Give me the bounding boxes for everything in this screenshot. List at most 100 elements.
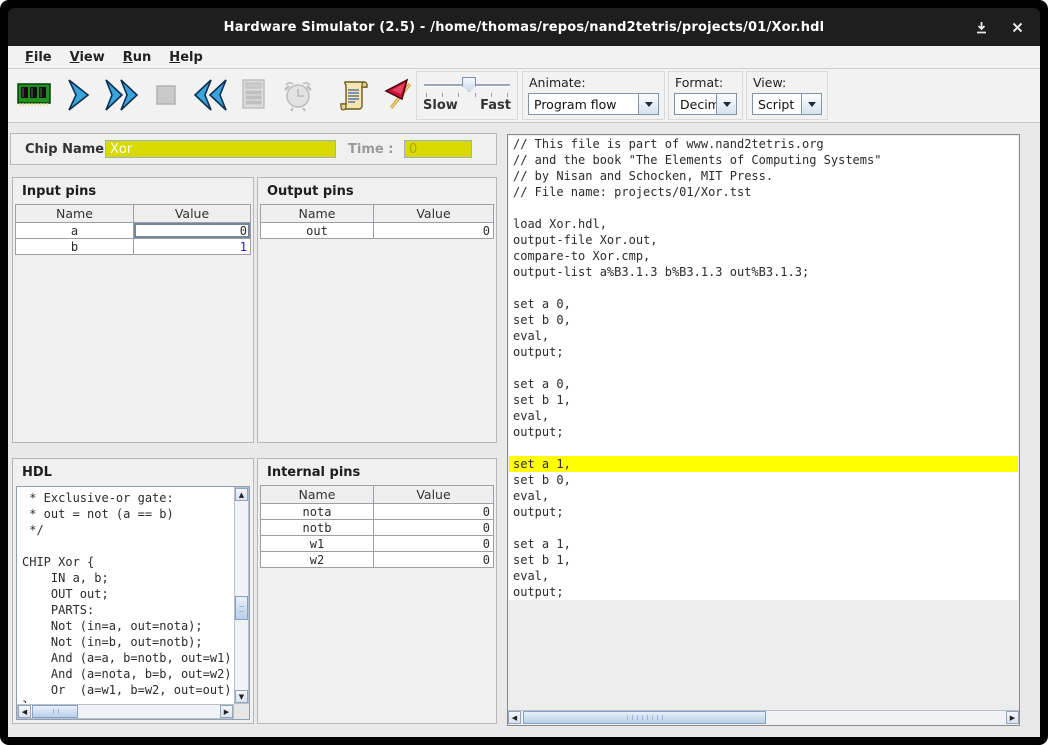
format-group: Format: Decimal [668, 71, 743, 120]
script-horizontal-scrollbar[interactable]: ◀ ▶ [508, 710, 1019, 725]
hdl-hscroll-thumb[interactable] [32, 705, 78, 718]
scroll-left-button[interactable]: ◀ [18, 705, 31, 718]
internal-pin-w1-name[interactable]: w1 [261, 536, 374, 552]
input-pin-b-value[interactable]: 1 [134, 239, 251, 255]
input-pin-b-name[interactable]: b [16, 239, 134, 255]
output-pin-out-name[interactable]: out [261, 223, 374, 239]
script-line-14 [509, 360, 1018, 376]
internal-pins-title: Internal pins [258, 459, 496, 485]
format-selected-value: Decimal [675, 94, 716, 114]
internal-pins-header-value[interactable]: Value [374, 486, 494, 504]
internal-pin-nota-value: 0 [374, 504, 494, 520]
red-flag-icon [379, 75, 419, 115]
scroll-down-button[interactable]: ▼ [235, 690, 248, 703]
script-line-19 [509, 440, 1018, 456]
script-line-11: set b 0, [509, 312, 1018, 328]
format-label: Format: [675, 75, 737, 90]
time-field: 0 [404, 140, 472, 158]
menu-run[interactable]: Run [114, 47, 161, 68]
output-pins-header-value[interactable]: Value [374, 205, 494, 223]
input-pins-header-value[interactable]: Value [134, 205, 251, 223]
fast-forward-icon [101, 75, 143, 115]
format-dropdown-button[interactable] [716, 94, 736, 114]
hdl-vscroll-thumb[interactable] [235, 596, 248, 620]
single-step-button[interactable] [56, 72, 100, 118]
clock-button[interactable] [276, 72, 320, 118]
scrollbar-corner [234, 704, 249, 719]
menu-help[interactable]: Help [160, 47, 211, 68]
hdl-panel: HDL * Exclusive-or gate: * out = not (a … [12, 458, 254, 724]
internal-pin-w1-value: 0 [374, 536, 494, 552]
internal-pins-panel: Internal pins Name Value nota 0 notb 0 [257, 458, 497, 724]
reset-button[interactable] [188, 72, 232, 118]
script-line-13: output; [509, 344, 1018, 360]
script-line-0: // This file is part of www.nand2tetris.… [509, 136, 1018, 152]
calculator-button[interactable] [232, 72, 276, 118]
internal-pin-nota-name[interactable]: nota [261, 504, 374, 520]
output-pins-header-name[interactable]: Name [261, 205, 374, 223]
animate-combobox[interactable]: Program flow [528, 93, 659, 115]
internal-pin-w2-name[interactable]: w2 [261, 552, 374, 568]
run-button[interactable] [100, 72, 144, 118]
slider-fast-label: Fast [480, 98, 511, 113]
script-line-7: compare-to Xor.cmp, [509, 248, 1018, 264]
internal-pin-notb-name[interactable]: notb [261, 520, 374, 536]
script-hscroll-thumb[interactable] [523, 711, 766, 724]
animate-dropdown-button[interactable] [638, 94, 658, 114]
load-script-button[interactable] [333, 72, 377, 118]
input-pin-a-value[interactable]: 0 [134, 223, 251, 239]
hardware-simulator-window: Hardware Simulator (2.5) - /home/thomas/… [0, 0, 1048, 745]
hdl-vertical-scrollbar[interactable]: ▲ ▼ [234, 487, 249, 704]
chevron-down-icon [808, 102, 816, 107]
close-button[interactable] [1000, 8, 1034, 46]
script-line-1: // and the book "The Elements of Computi… [509, 152, 1018, 168]
stop-button[interactable] [144, 72, 188, 118]
menu-view[interactable]: View [61, 47, 114, 68]
slider-slow-label: Slow [423, 98, 458, 113]
minimize-icon [974, 20, 989, 35]
input-pin-a-name[interactable]: a [16, 223, 134, 239]
script-line-18: output; [509, 424, 1018, 440]
scroll-icon [335, 75, 375, 115]
chip-name-field[interactable]: Xor [105, 140, 336, 158]
view-combobox[interactable]: Script [752, 93, 822, 115]
input-pins-table: Name Value a 0 b 1 [15, 204, 251, 255]
hdl-horizontal-scrollbar[interactable]: ◀ ▶ [17, 704, 234, 719]
load-chip-button[interactable] [12, 72, 56, 118]
script-line-26: set b 1, [509, 552, 1018, 568]
script-line-28: output; [509, 584, 1018, 600]
input-pins-header-name[interactable]: Name [16, 205, 134, 223]
internal-pin-row-w1: w1 0 [261, 536, 494, 552]
internal-pins-header-name[interactable]: Name [261, 486, 374, 504]
clock-icon [278, 75, 318, 115]
scroll-right-button[interactable]: ▶ [220, 705, 233, 718]
view-dropdown-button[interactable] [801, 94, 821, 114]
output-pins-table: Name Value out 0 [260, 204, 494, 239]
menu-file[interactable]: File [16, 47, 61, 68]
speed-slider[interactable] [422, 74, 512, 98]
stop-icon [146, 75, 186, 115]
breakpoints-button[interactable] [377, 72, 421, 118]
time-label: Time : [348, 142, 398, 157]
minimize-button[interactable] [964, 8, 998, 46]
format-combobox[interactable]: Decimal [674, 93, 737, 115]
script-line-15: set a 0, [509, 376, 1018, 392]
hdl-line-0: * Exclusive-or gate: [22, 490, 233, 506]
scroll-up-button[interactable]: ▲ [235, 488, 248, 501]
animate-selected-value: Program flow [529, 94, 638, 114]
hdl-line-3 [22, 538, 233, 554]
script-line-23: output; [509, 504, 1018, 520]
internal-pin-w2-value: 0 [374, 552, 494, 568]
scroll-left-button[interactable]: ◀ [508, 711, 521, 724]
script-code: // This file is part of www.nand2tetris.… [509, 136, 1018, 709]
output-pin-row-out: out 0 [261, 223, 494, 239]
animate-label: Animate: [529, 75, 659, 90]
hdl-line-13: } [22, 698, 233, 703]
scroll-right-button[interactable]: ▶ [1006, 711, 1019, 724]
content-area: Chip Name : Xor Time : 0 Input pins Name… [8, 123, 1040, 737]
slider-thumb[interactable] [462, 77, 476, 92]
hdl-code-area: * Exclusive-or gate: * out = not (a == b… [16, 486, 250, 720]
rewind-icon [189, 75, 231, 115]
hdl-line-9: Not (in=b, out=notb); [22, 634, 233, 650]
title-bar[interactable]: Hardware Simulator (2.5) - /home/thomas/… [8, 8, 1040, 46]
